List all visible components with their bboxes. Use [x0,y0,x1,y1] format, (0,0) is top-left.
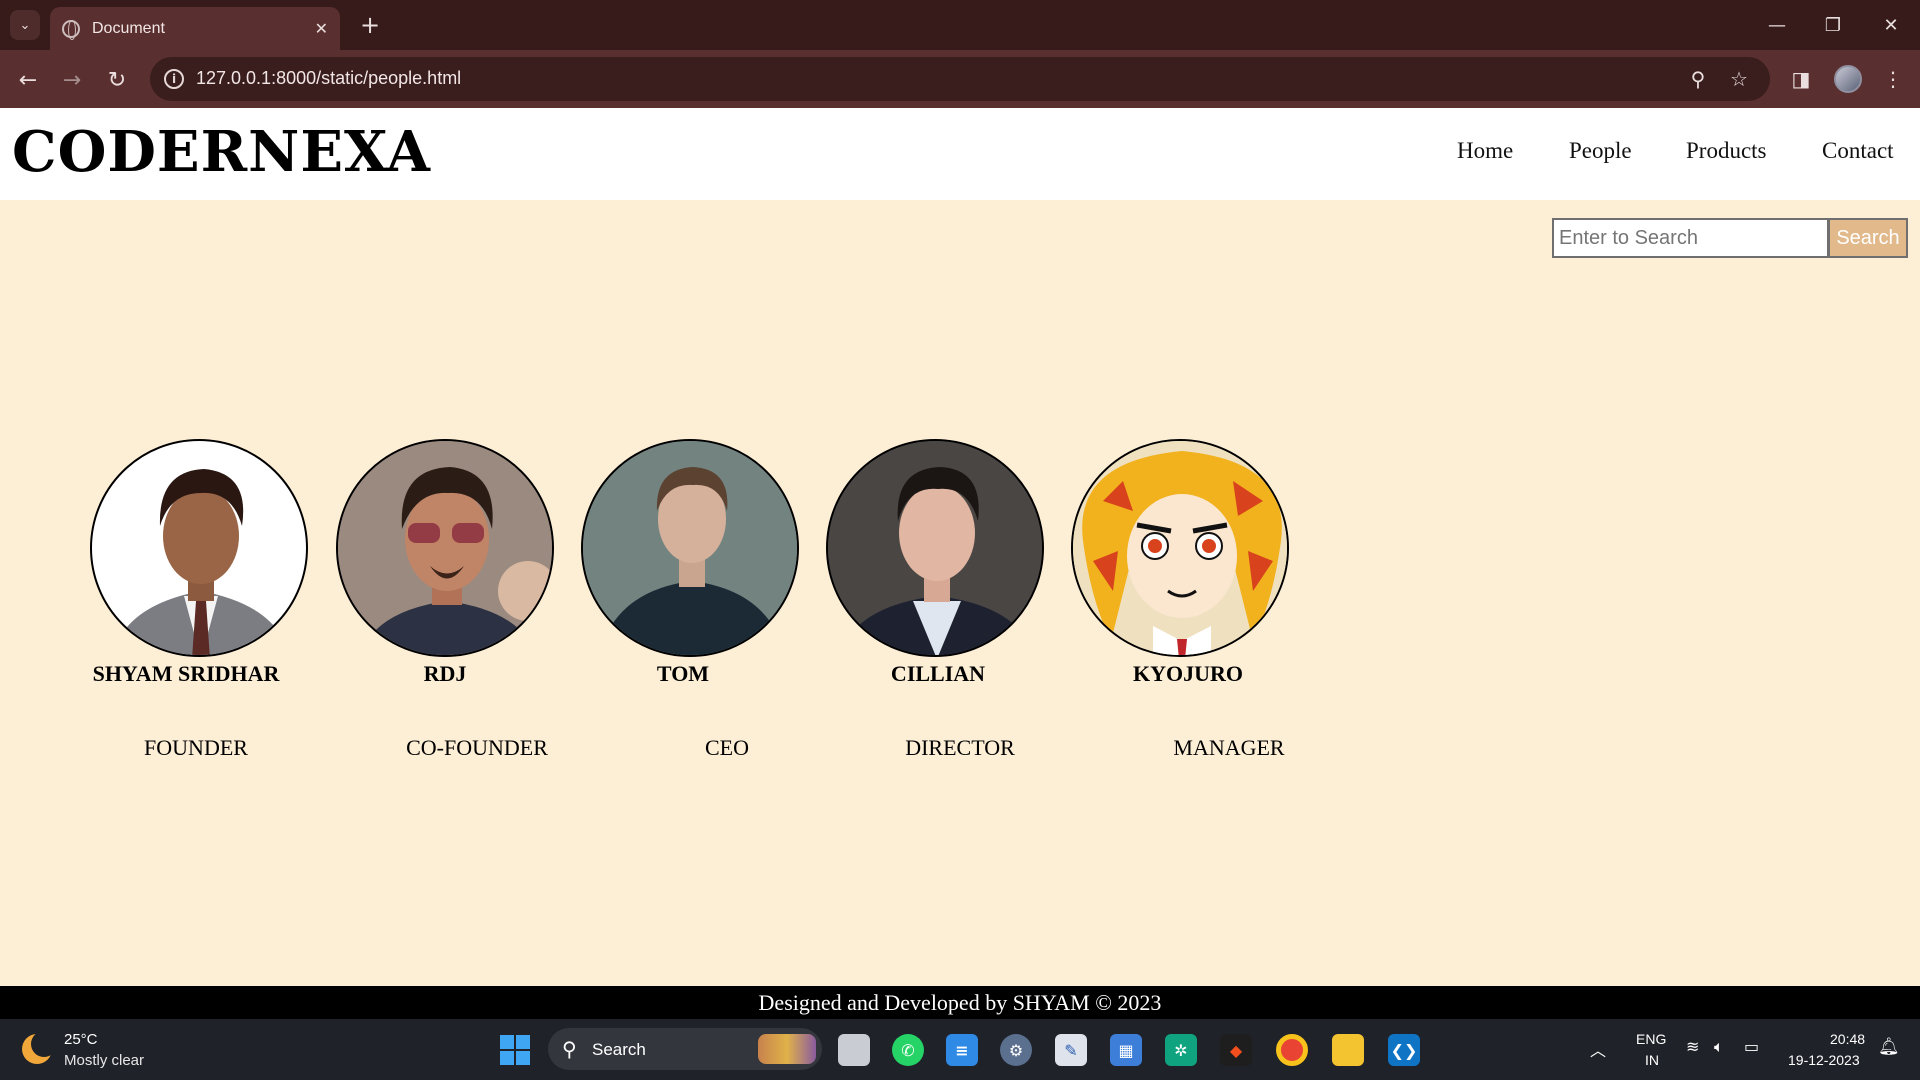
browser-toolbar: ← → ↻ i 127.0.0.1:8000/static/people.htm… [0,50,1920,108]
person-name: SHYAM SRIDHAR [92,661,280,686]
person-role: CO-FOUNDER [406,735,548,760]
new-tab-icon[interactable]: + [355,10,385,40]
person-role: FOUNDER [144,735,248,760]
chrome-icon[interactable] [1276,1034,1308,1066]
address-bar[interactable]: i 127.0.0.1:8000/static/people.html ⚲ ☆ [150,57,1770,101]
close-tab-icon[interactable]: ✕ [315,19,328,38]
person-role: CEO [705,735,749,760]
forward-icon[interactable]: → [56,64,88,96]
weather-condition[interactable]: Mostly clear [64,1052,144,1069]
footer-text: Designed and Developed by SHYAM © 2023 [758,989,1162,1015]
menu-icon[interactable]: ⋮ [1878,64,1908,94]
weather-moon-icon[interactable] [22,1031,57,1064]
paint-icon[interactable]: ✎ [1055,1034,1087,1066]
battery-icon[interactable]: ▭ [1744,1037,1759,1056]
whatsapp-icon[interactable]: ✆ [892,1034,924,1066]
url-text: 127.0.0.1:8000/static/people.html [196,68,462,88]
taskbar-search[interactable]: ⚲ Search [548,1028,822,1070]
clock-date[interactable]: 19-12-2023 [1788,1052,1860,1068]
side-panel-icon[interactable]: ◨ [1786,64,1816,94]
search-icon: ⚲ [562,1037,577,1061]
settings-gear-icon[interactable]: ⚙ [1000,1034,1032,1066]
nav-home[interactable]: Home [1457,138,1513,164]
site-logo[interactable]: CODERNEXA [12,124,431,180]
bookmark-star-icon[interactable]: ☆ [1725,65,1753,93]
search-button[interactable]: Search [1828,218,1908,258]
file-explorer-icon[interactable] [1332,1034,1364,1066]
person-name: CILLIAN [890,661,986,686]
person-role: MANAGER [1173,735,1285,760]
language-region[interactable]: IN [1645,1052,1659,1068]
taskbar-search-label: Search [592,1040,646,1059]
globe-icon [62,19,80,40]
portrait-cillian-image [828,441,1042,655]
avatar-rdj [336,439,554,657]
task-view-icon[interactable] [838,1034,870,1066]
chatgpt-icon[interactable]: ✲ [1165,1034,1197,1066]
person-name: TOM [656,661,710,686]
portrait-tom-image [583,441,797,655]
person-role: DIRECTOR [905,735,1015,760]
portrait-shyam-image [112,469,290,655]
search-highlight-icon [758,1034,816,1064]
tab-title: Document [92,19,165,37]
clock-time[interactable]: 20:48 [1830,1031,1865,1047]
notepad-icon[interactable]: ≡ [946,1034,978,1066]
avatar-tom [581,439,799,657]
tab-search-dropdown-icon[interactable]: ⌄ [10,10,40,40]
figma-icon[interactable]: ◆ [1220,1034,1252,1066]
profile-avatar[interactable] [1834,65,1862,93]
chevron-up-icon[interactable]: ︿ [1590,1037,1606,1061]
person-name: RDJ [423,661,467,686]
nav-products[interactable]: Products [1686,138,1767,164]
browser-tab[interactable]: Document ✕ [50,7,340,50]
wifi-icon[interactable]: ≋ [1686,1037,1699,1056]
close-window-icon[interactable]: ✕ [1871,10,1911,40]
taskbar: 25°C Mostly clear ⚲ Search ✆ ≡ ⚙ ✎ ▦ ✲ ◆… [0,1019,1920,1080]
search-input[interactable] [1552,218,1829,258]
nav-contact[interactable]: Contact [1822,138,1894,164]
nav-people[interactable]: People [1569,138,1632,164]
minimize-icon[interactable]: — [1757,10,1797,40]
portrait-kyojuro-image [1073,441,1287,655]
browser-tab-bar: ⌄ Document ✕ + — ❐ ✕ [0,0,1920,50]
site-info-icon[interactable]: i [164,69,184,89]
language-code[interactable]: ENG [1636,1031,1666,1047]
store-icon[interactable]: ▦ [1110,1034,1142,1066]
reload-icon[interactable]: ↻ [101,64,133,96]
site-header: CODERNEXA Home People Products Contact [0,108,1920,200]
person-name: KYOJURO [1133,661,1243,686]
vscode-icon[interactable]: ❮❯ [1388,1034,1420,1066]
portrait-rdj-image [338,441,552,655]
zoom-icon[interactable]: ⚲ [1684,65,1712,93]
avatar-cillian [826,439,1044,657]
site-footer: Designed and Developed by SHYAM © 2023 [0,986,1920,1019]
volume-icon[interactable]: 🔈︎ [1714,1037,1724,1057]
back-icon[interactable]: ← [12,64,44,96]
restore-icon[interactable]: ❐ [1813,10,1853,40]
avatar-shyam [90,439,308,657]
start-icon[interactable] [500,1035,530,1065]
weather-temp[interactable]: 25°C [64,1031,98,1048]
notification-bell-icon[interactable]: 🔔︎ [1878,1037,1900,1057]
avatar-kyojuro [1071,439,1289,657]
